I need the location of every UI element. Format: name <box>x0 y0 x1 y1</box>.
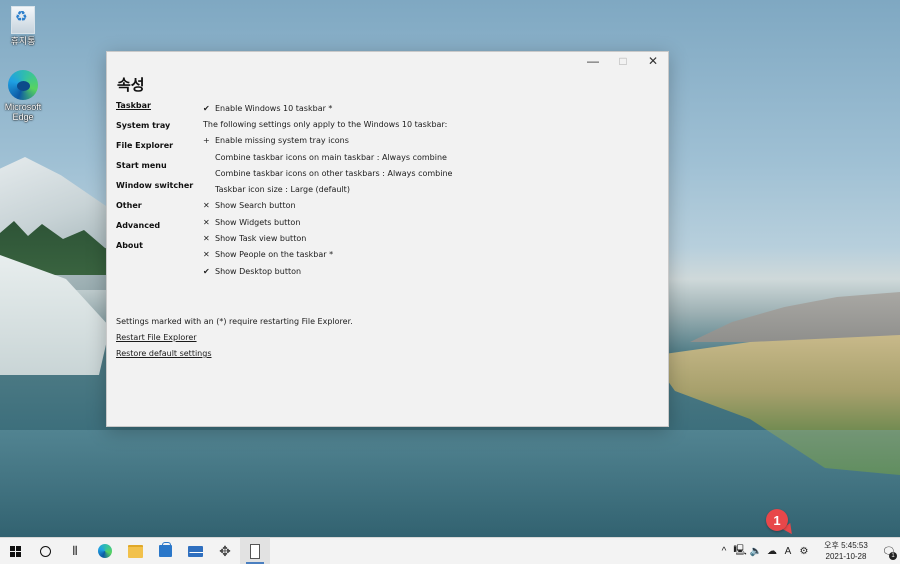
setting-show-search-button[interactable]: ✕ Show Search button <box>203 198 643 214</box>
mail-taskbar-button[interactable] <box>180 538 210 564</box>
edge-taskbar-button[interactable] <box>90 538 120 564</box>
wallpaper-water <box>0 430 900 537</box>
nav-item-label: About <box>116 241 143 250</box>
move-icon: ✥ <box>219 542 231 559</box>
nav-item-label: Window switcher <box>116 181 194 190</box>
setting-label: Show Search button <box>215 201 296 211</box>
notification-center-button[interactable]: 🗨 1 <box>878 538 900 564</box>
setting-label: Enable Windows 10 taskbar * <box>215 103 333 113</box>
move-tool-taskbar-button[interactable]: ✥ <box>210 538 240 564</box>
setting-enable-win10-taskbar[interactable]: ✔ Enable Windows 10 taskbar * <box>203 100 643 116</box>
window-controls: — □ ✕ <box>578 52 668 70</box>
clock[interactable]: 오후 5:45:53 2021-10-28 <box>820 540 872 562</box>
folder-icon <box>127 544 143 558</box>
nav-item-system-tray[interactable]: System tray <box>116 121 193 141</box>
check-icon: ✔ <box>203 103 210 113</box>
gear-icon[interactable]: ⚙ <box>796 538 812 564</box>
setting-label: Combine taskbar icons on main taskbar : … <box>215 152 447 162</box>
ime-indicator[interactable]: A <box>780 538 796 564</box>
cross-icon: ✕ <box>203 217 210 227</box>
nav-item-label: System tray <box>116 121 171 130</box>
settings-list: ✔ Enable Windows 10 taskbar * The follow… <box>203 100 643 279</box>
setting-label: Show Task view button <box>215 234 307 244</box>
cross-icon: ✕ <box>203 250 210 260</box>
recycle-bin-icon <box>11 6 35 34</box>
wallpaper-mountain-right <box>690 292 900 342</box>
nav-item-other[interactable]: Other <box>116 201 193 221</box>
nav-item-label: Other <box>116 201 142 210</box>
setting-missing-tray-icons[interactable]: + Enable missing system tray icons <box>203 133 643 149</box>
search-circle-icon <box>39 545 51 557</box>
setting-show-task-view-button[interactable]: ✕ Show Task view button <box>203 230 643 246</box>
properties-window: — □ ✕ 속성 Taskbar System tray File Explor… <box>106 51 669 427</box>
desktop-icon-recycle-bin[interactable]: 휴지통 <box>0 6 47 46</box>
settings-nav: Taskbar System tray File Explorer Start … <box>116 101 193 261</box>
file-explorer-taskbar-button[interactable] <box>120 538 150 564</box>
onedrive-icon[interactable]: ☁ <box>764 538 780 564</box>
cross-icon: ✕ <box>203 234 210 244</box>
maximize-button[interactable]: □ <box>608 52 638 70</box>
store-taskbar-button[interactable] <box>150 538 180 564</box>
desktop-icon-label: Microsoft Edge <box>4 102 42 122</box>
setting-label: Taskbar icon size : Large (default) <box>215 185 350 195</box>
nav-item-label: File Explorer <box>116 141 174 150</box>
cross-icon: ✕ <box>203 201 210 211</box>
desktop-icon-label: 휴지통 <box>10 36 36 46</box>
nav-item-label: Taskbar <box>116 101 151 110</box>
nav-item-label: Advanced <box>116 221 161 230</box>
nav-item-window-switcher[interactable]: Window switcher <box>116 181 193 201</box>
task-view-button[interactable]: ⫴ <box>60 538 90 564</box>
windows-logo-icon <box>9 545 21 557</box>
search-button[interactable] <box>30 538 60 564</box>
nav-item-file-explorer[interactable]: File Explorer <box>116 141 193 161</box>
setting-combine-main-taskbar[interactable]: Combine taskbar icons on main taskbar : … <box>203 149 643 165</box>
setting-show-people[interactable]: ✕ Show People on the taskbar * <box>203 247 643 263</box>
close-button[interactable]: ✕ <box>638 52 668 70</box>
setting-label: The following settings only apply to the… <box>203 119 448 129</box>
setting-show-widgets-button[interactable]: ✕ Show Widgets button <box>203 214 643 230</box>
nav-item-advanced[interactable]: Advanced <box>116 221 193 241</box>
settings-footer: Settings marked with an (*) require rest… <box>116 316 353 364</box>
system-tray: ^ 🖳 🔈 ☁ A ⚙ 오후 5:45:53 2021-10-28 🗨 1 <box>716 538 900 564</box>
check-icon: ✔ <box>203 266 210 276</box>
explorerpatcher-taskbar-button[interactable] <box>240 538 270 564</box>
setting-scope-note: The following settings only apply to the… <box>203 116 643 132</box>
nav-item-taskbar[interactable]: Taskbar <box>116 101 193 121</box>
desktop-icon-edge[interactable]: Microsoft Edge <box>0 70 47 122</box>
setting-label: Combine taskbar icons on other taskbars … <box>215 168 453 178</box>
window-title: 속성 <box>117 76 145 94</box>
setting-taskbar-icon-size[interactable]: Taskbar icon size : Large (default) <box>203 181 643 197</box>
app-window-icon <box>250 543 260 559</box>
restore-defaults-link[interactable]: Restore default settings <box>116 348 353 364</box>
edge-icon <box>98 544 112 558</box>
setting-label: Show Desktop button <box>215 266 302 276</box>
task-view-icon: ⫴ <box>72 543 78 558</box>
setting-label: Show People on the taskbar * <box>215 250 334 260</box>
mail-icon <box>187 545 203 557</box>
setting-combine-other-taskbars[interactable]: Combine taskbar icons on other taskbars … <box>203 165 643 181</box>
volume-muted-icon[interactable]: 🔈 <box>748 538 764 564</box>
nav-item-label: Start menu <box>116 161 167 170</box>
restart-explorer-link[interactable]: Restart File Explorer <box>116 332 353 348</box>
nav-item-about[interactable]: About <box>116 241 193 261</box>
setting-show-desktop-button[interactable]: ✔ Show Desktop button <box>203 263 643 279</box>
network-icon[interactable]: 🖳 <box>732 538 748 564</box>
restart-note: Settings marked with an (*) require rest… <box>116 317 353 326</box>
edge-icon <box>8 70 38 100</box>
show-hidden-icons-chevron[interactable]: ^ <box>716 538 732 564</box>
clock-time: 오후 5:45:53 <box>824 541 868 550</box>
taskbar: ⫴ ✥ ^ 🖳 🔈 ☁ A ⚙ 오후 5:45:53 2021-10-28 🗨 … <box>0 537 900 564</box>
annotation-badge: 1 <box>766 509 788 531</box>
store-icon <box>158 542 172 557</box>
setting-label: Show Widgets button <box>215 217 301 227</box>
setting-label: Enable missing system tray icons <box>215 136 349 146</box>
nav-item-start-menu[interactable]: Start menu <box>116 161 193 181</box>
plus-icon: + <box>203 136 210 146</box>
notification-count: 1 <box>889 552 897 560</box>
start-button[interactable] <box>0 538 30 564</box>
minimize-button[interactable]: — <box>578 52 608 70</box>
clock-date: 2021-10-28 <box>825 552 867 561</box>
